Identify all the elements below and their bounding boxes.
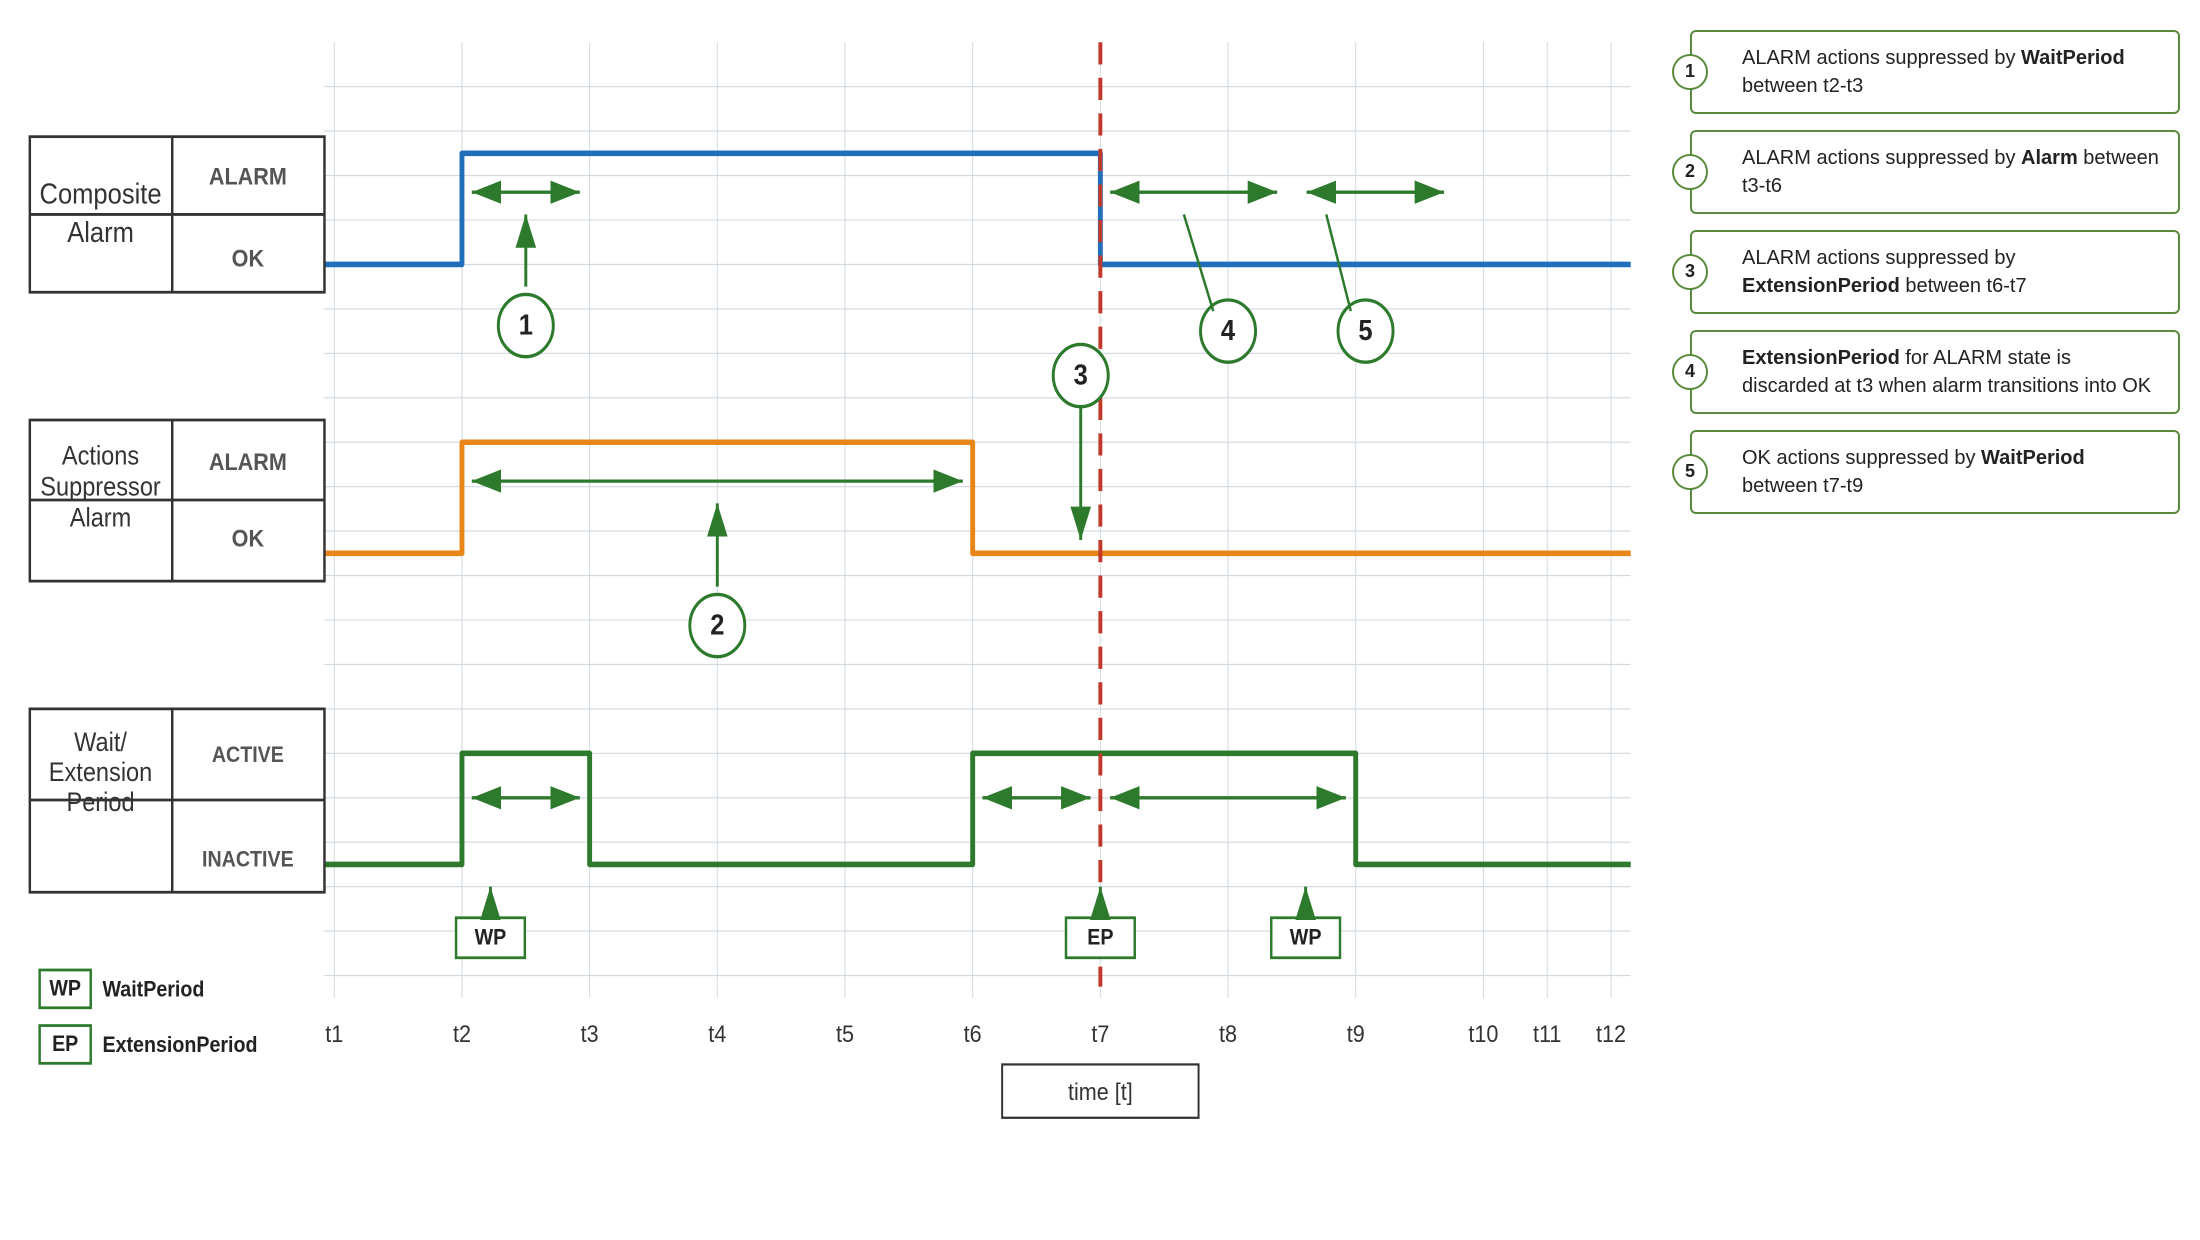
svg-text:EP: EP bbox=[52, 1032, 78, 1056]
svg-text:Actions: Actions bbox=[62, 441, 139, 471]
svg-text:ACTIVE: ACTIVE bbox=[212, 743, 284, 767]
annotation-text-5: OK actions suppressed by WaitPeriod betw… bbox=[1742, 447, 2085, 497]
svg-text:Alarm: Alarm bbox=[67, 216, 134, 249]
svg-text:4: 4 bbox=[1221, 314, 1236, 347]
svg-text:t10: t10 bbox=[1468, 1020, 1498, 1048]
svg-text:t5: t5 bbox=[836, 1020, 854, 1048]
main-container: 1 2 3 4 bbox=[0, 0, 2200, 1240]
svg-text:t9: t9 bbox=[1347, 1020, 1365, 1048]
svg-text:Extension: Extension bbox=[49, 758, 152, 788]
svg-text:ExtensionPeriod: ExtensionPeriod bbox=[103, 1033, 258, 1057]
svg-text:OK: OK bbox=[232, 524, 265, 552]
timing-diagram-svg: 1 2 3 4 bbox=[20, 20, 1670, 1220]
svg-text:Alarm: Alarm bbox=[70, 503, 132, 533]
svg-text:time [t]: time [t] bbox=[1068, 1078, 1133, 1106]
svg-text:3: 3 bbox=[1074, 358, 1088, 391]
annotation-5: 5 OK actions suppressed by WaitPeriod be… bbox=[1690, 430, 2180, 514]
annotation-text-3: ALARM actions suppressed by ExtensionPer… bbox=[1742, 247, 2027, 297]
svg-text:WP: WP bbox=[475, 925, 507, 949]
svg-text:Composite: Composite bbox=[40, 177, 162, 210]
svg-text:WaitPeriod: WaitPeriod bbox=[103, 978, 205, 1002]
svg-text:Wait/: Wait/ bbox=[74, 728, 127, 758]
svg-text:t12: t12 bbox=[1596, 1020, 1626, 1048]
svg-text:ALARM: ALARM bbox=[209, 162, 287, 190]
annotation-number-3: 3 bbox=[1672, 254, 1708, 290]
svg-text:t2: t2 bbox=[453, 1020, 471, 1048]
svg-text:1: 1 bbox=[519, 308, 533, 341]
svg-text:2: 2 bbox=[710, 608, 724, 641]
chart-area: 1 2 3 4 bbox=[20, 20, 1670, 1220]
annotation-4: 4 ExtensionPeriod for ALARM state is dis… bbox=[1690, 330, 2180, 414]
svg-text:Suppressor: Suppressor bbox=[40, 472, 161, 502]
annotation-3: 3 ALARM actions suppressed by ExtensionP… bbox=[1690, 230, 2180, 314]
annotation-number-2: 2 bbox=[1672, 154, 1708, 190]
svg-text:WP: WP bbox=[1290, 925, 1322, 949]
svg-text:t4: t4 bbox=[708, 1020, 726, 1048]
annotation-1: 1 ALARM actions suppressed by WaitPeriod… bbox=[1690, 30, 2180, 114]
svg-text:t11: t11 bbox=[1533, 1020, 1561, 1048]
svg-text:OK: OK bbox=[232, 244, 265, 272]
annotation-text-1: ALARM actions suppressed by WaitPeriod b… bbox=[1742, 47, 2125, 97]
svg-text:ALARM: ALARM bbox=[209, 448, 287, 476]
svg-text:t6: t6 bbox=[964, 1020, 982, 1048]
svg-text:EP: EP bbox=[1087, 925, 1113, 949]
svg-text:t3: t3 bbox=[581, 1020, 599, 1048]
svg-text:5: 5 bbox=[1358, 314, 1372, 347]
annotation-number-4: 4 bbox=[1672, 354, 1708, 390]
right-panel: 1 ALARM actions suppressed by WaitPeriod… bbox=[1690, 20, 2180, 1220]
annotation-2: 2 ALARM actions suppressed by Alarm betw… bbox=[1690, 130, 2180, 214]
svg-text:t7: t7 bbox=[1091, 1020, 1109, 1048]
svg-text:t8: t8 bbox=[1219, 1020, 1237, 1048]
svg-text:t1: t1 bbox=[325, 1020, 343, 1048]
annotation-text-4: ExtensionPeriod for ALARM state is disca… bbox=[1742, 347, 2151, 397]
svg-text:WP: WP bbox=[49, 976, 81, 1000]
annotation-number-1: 1 bbox=[1672, 54, 1708, 90]
diagram-section: 1 2 3 4 bbox=[20, 20, 1670, 1220]
svg-text:Period: Period bbox=[66, 788, 134, 818]
svg-text:INACTIVE: INACTIVE bbox=[202, 848, 294, 872]
annotation-number-5: 5 bbox=[1672, 454, 1708, 490]
annotation-text-2: ALARM actions suppressed by Alarm betwee… bbox=[1742, 147, 2159, 197]
